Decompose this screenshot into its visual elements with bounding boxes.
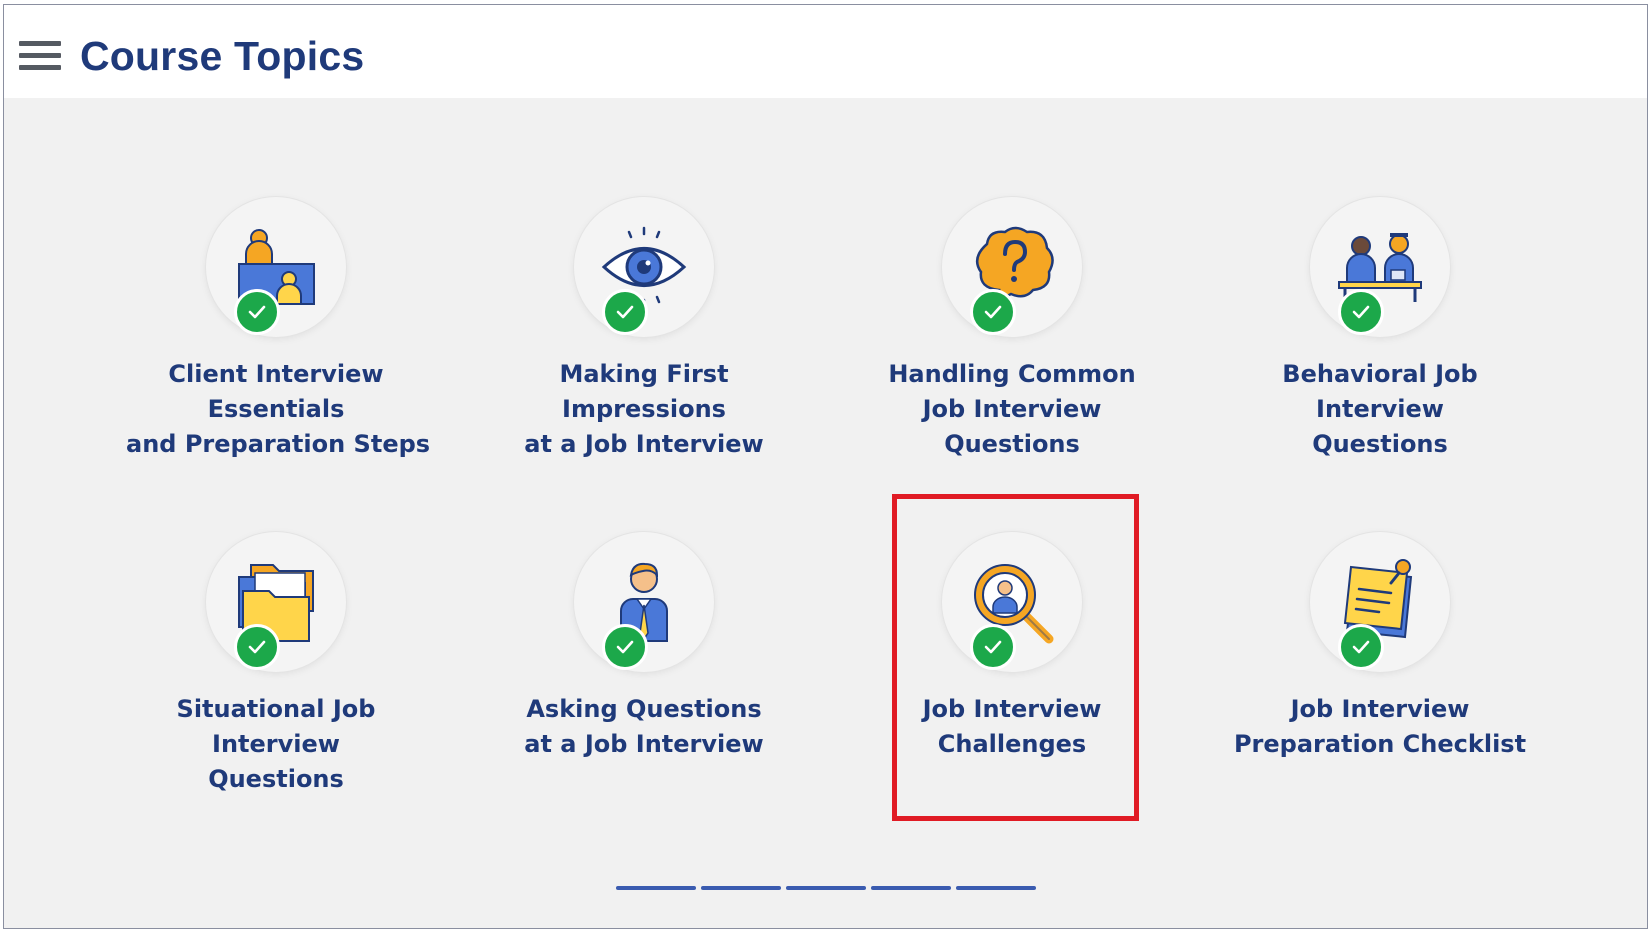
hamburger-menu-icon[interactable] <box>19 41 61 71</box>
page-title: Course Topics <box>80 33 365 79</box>
topic-label[interactable]: Making First Impressions at a Job Intervie… <box>494 357 794 462</box>
topic-label[interactable]: Behavioral Job Interview Questions <box>1230 357 1530 462</box>
completed-check-icon <box>970 289 1016 335</box>
completed-check-icon <box>602 289 648 335</box>
pager-dot[interactable] <box>701 886 781 890</box>
header-bar: Course Topics <box>4 5 1647 98</box>
topic-label[interactable]: Handling Common Job Interview Questions <box>862 357 1162 462</box>
completed-check-icon <box>234 624 280 670</box>
pagination-indicator <box>616 886 1036 890</box>
topic-label[interactable]: Situational Job Interview Questions <box>126 692 426 797</box>
topic-label[interactable]: Job Interview Preparation Checklist <box>1230 692 1530 762</box>
course-topics-panel: Course Topics Client Interview Essentials… <box>3 4 1648 929</box>
completed-check-icon <box>1338 289 1384 335</box>
pager-dot[interactable] <box>786 886 866 890</box>
topic-label[interactable]: Asking Questions at a Job Interview <box>494 692 794 762</box>
topic-label[interactable]: Client Interview Essentials and Preparatio… <box>126 357 430 462</box>
pager-dot[interactable] <box>616 886 696 890</box>
completed-check-icon <box>602 624 648 670</box>
highlight-rectangle <box>892 494 1139 821</box>
completed-check-icon <box>234 289 280 335</box>
completed-check-icon <box>1338 624 1384 670</box>
pager-dot[interactable] <box>871 886 951 890</box>
pager-dot[interactable] <box>956 886 1036 890</box>
